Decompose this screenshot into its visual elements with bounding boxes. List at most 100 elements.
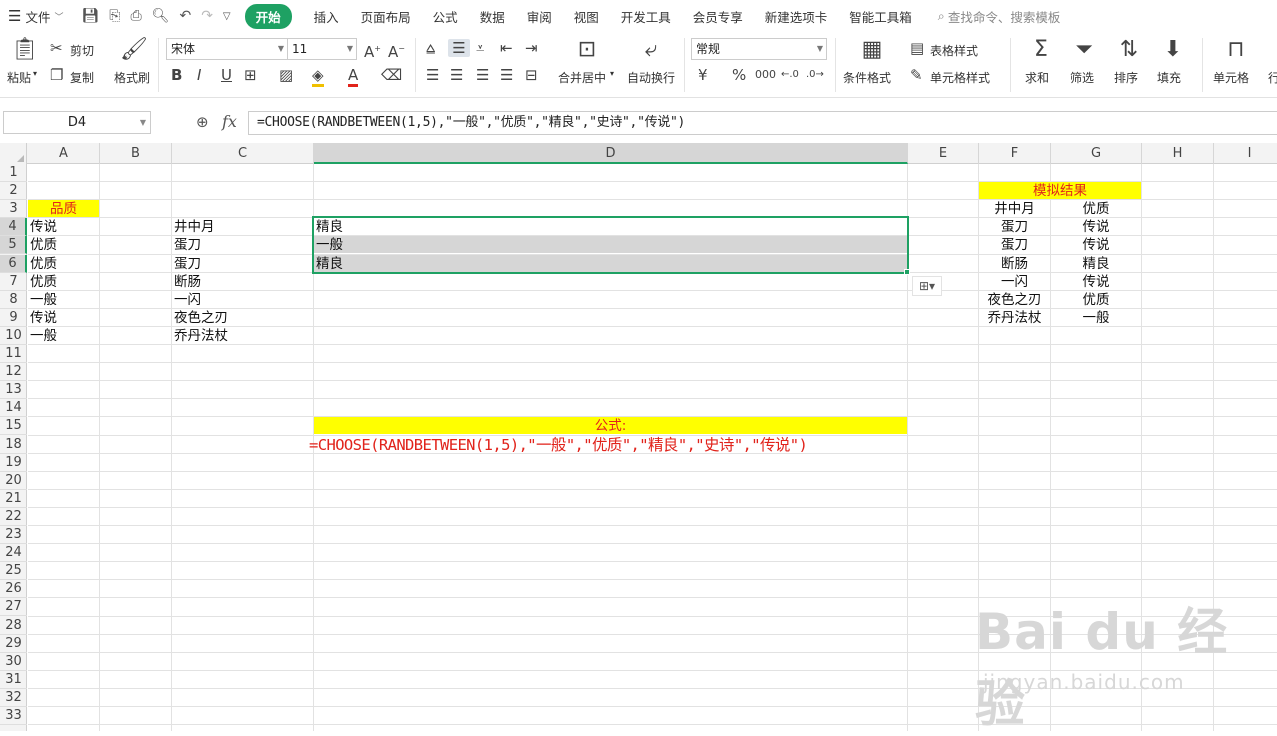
cell-g9[interactable]: 一般 [1051, 309, 1141, 326]
paste-dropdown-icon[interactable]: ▾ [33, 69, 37, 78]
cell-c8[interactable]: 一闪 [172, 291, 313, 308]
tab-member[interactable]: 会员专享 [693, 7, 743, 26]
cell-a5[interactable]: 优质 [28, 236, 99, 253]
column-header-a[interactable]: A [28, 143, 100, 164]
row-header-15[interactable]: 15 [0, 417, 27, 436]
increase-indent-icon[interactable]: ⇥ [525, 39, 538, 57]
row-header-8[interactable]: 8 [0, 291, 27, 309]
row-header-2[interactable]: 2 [0, 182, 27, 201]
filter-button[interactable]: 筛选 [1070, 69, 1094, 86]
fill-button[interactable]: 填充 [1157, 69, 1181, 86]
column-header-h[interactable]: H [1142, 143, 1214, 164]
cell-g5[interactable]: 传说 [1051, 236, 1141, 253]
italic-icon[interactable]: I [197, 66, 201, 84]
merge-dropdown-icon[interactable]: ▾ [610, 69, 614, 78]
cell-a4[interactable]: 传说 [28, 218, 99, 235]
distributed-align-icon[interactable]: ⊟ [525, 66, 538, 84]
paste-button[interactable]: 粘贴 [7, 69, 31, 86]
column-header-c[interactable]: C [172, 143, 314, 164]
copy-button[interactable]: 复制 [70, 69, 94, 86]
column-header-g[interactable]: G [1051, 143, 1142, 164]
align-right-icon[interactable]: ☰ [476, 66, 489, 84]
save-icon[interactable]: 💾︎ [81, 8, 99, 24]
merge-center-button[interactable]: 合并居中 [558, 69, 606, 86]
customize-toolbar-icon[interactable]: ▽ [223, 11, 231, 22]
cell-c6[interactable]: 蛋刀 [172, 255, 313, 272]
row-header-23[interactable]: 23 [0, 526, 27, 544]
cell-a6[interactable]: 优质 [28, 255, 99, 272]
row-header-7[interactable]: 7 [0, 273, 27, 291]
row-header-32[interactable]: 32 [0, 689, 27, 707]
thousands-separator-icon[interactable]: 000 [755, 66, 776, 84]
align-left-icon[interactable]: ☰ [426, 66, 439, 84]
row-header-12[interactable]: 12 [0, 363, 27, 382]
merge-center-icon[interactable]: ⊡ [574, 38, 600, 62]
fill-icon[interactable]: ⬇ [1161, 38, 1185, 62]
insert-function-icon[interactable]: fx [222, 112, 237, 131]
increase-font-icon[interactable]: A+ [364, 40, 381, 61]
redo-icon[interactable]: ↷ [201, 8, 213, 24]
undo-icon[interactable]: ↶ [179, 8, 191, 24]
decrease-font-icon[interactable]: A− [388, 40, 405, 61]
name-box[interactable]: D4 ▼ [3, 111, 151, 134]
column-header-b[interactable]: B [100, 143, 172, 164]
row-header-22[interactable]: 22 [0, 508, 27, 526]
bold-icon[interactable]: B [171, 66, 182, 84]
cell-g4[interactable]: 传说 [1051, 218, 1141, 235]
row-header-14[interactable]: 14 [0, 399, 27, 418]
row-header-4[interactable]: 4 [0, 218, 27, 237]
file-menu[interactable]: ☰ 文件 ﹀ [8, 7, 63, 26]
zoom-lookup-icon[interactable]: ⊕ [196, 113, 209, 131]
font-name-select[interactable]: 宋体 ▼ [166, 38, 288, 60]
cell-c5[interactable]: 蛋刀 [172, 236, 313, 253]
underline-icon[interactable]: U [221, 66, 232, 84]
tab-home[interactable]: 开始 [244, 3, 292, 29]
tab-new[interactable]: 新建选项卡 [765, 7, 828, 26]
cell-f5[interactable]: 蛋刀 [979, 236, 1050, 253]
decrease-indent-icon[interactable]: ⇤ [500, 39, 513, 57]
select-all-corner[interactable] [0, 143, 27, 164]
command-search[interactable]: ⌕ 查找命令、搜索模板 [938, 7, 1061, 26]
increase-decimal-icon[interactable]: ←.0 [781, 66, 799, 84]
row-header-6[interactable]: 6 [0, 254, 27, 273]
cell-a10[interactable]: 一般 [28, 327, 99, 344]
number-format-select[interactable]: 常规 ▼ [691, 38, 827, 60]
print-icon[interactable]: ⎙ [130, 8, 141, 24]
export-pdf-icon[interactable]: ⎘ [109, 8, 120, 24]
font-color-icon[interactable]: A [348, 66, 359, 87]
cell-f8[interactable]: 夜色之刃 [979, 291, 1050, 308]
cell-button[interactable]: 单元格 [1213, 69, 1249, 86]
cell-f3[interactable]: 井中月 [979, 200, 1050, 217]
cell-c10[interactable]: 乔丹法杖 [172, 327, 313, 344]
cell-c7[interactable]: 断肠 [172, 273, 313, 290]
cell-g8[interactable]: 优质 [1051, 291, 1141, 308]
align-center-icon[interactable]: ☰ [450, 66, 463, 84]
cell-d15-formula-label[interactable]: 公式: [314, 417, 907, 435]
cell-a7[interactable]: 优质 [28, 273, 99, 290]
tab-view[interactable]: 视图 [574, 7, 599, 26]
format-painter-icon[interactable]: 🖌︎ [120, 38, 148, 62]
tab-review[interactable]: 审阅 [527, 7, 552, 26]
column-header-d[interactable]: D [314, 143, 908, 164]
column-header-e[interactable]: E [908, 143, 979, 164]
cell-g6[interactable]: 精良 [1051, 255, 1141, 272]
row-header-20[interactable]: 20 [0, 472, 27, 490]
border-icon[interactable]: ⊞ [244, 66, 257, 84]
fill-color-icon[interactable]: ◈ [312, 66, 324, 87]
row-header-9[interactable]: 9 [0, 309, 27, 327]
cell-fill-pattern-icon[interactable]: ▨ [279, 66, 293, 84]
justify-icon[interactable]: ☰ [500, 66, 513, 84]
conditional-format-icon[interactable]: ▦ [860, 38, 884, 62]
row-header-29[interactable]: 29 [0, 635, 27, 653]
row-header-33[interactable]: 33 [0, 707, 27, 725]
align-top-icon[interactable]: ⩠ [426, 39, 435, 57]
column-header-f[interactable]: F [979, 143, 1051, 164]
cell-style-button[interactable]: 单元格样式 [930, 69, 990, 86]
sum-button[interactable]: 求和 [1025, 69, 1049, 86]
cell-a3-quality-header[interactable]: 品质 [28, 200, 99, 218]
cell-a8[interactable]: 一般 [28, 291, 99, 308]
cell-c4[interactable]: 井中月 [172, 218, 313, 235]
cell-f4[interactable]: 蛋刀 [979, 218, 1050, 235]
wrap-text-button[interactable]: 自动换行 [627, 69, 675, 86]
row-header-31[interactable]: 31 [0, 671, 27, 689]
